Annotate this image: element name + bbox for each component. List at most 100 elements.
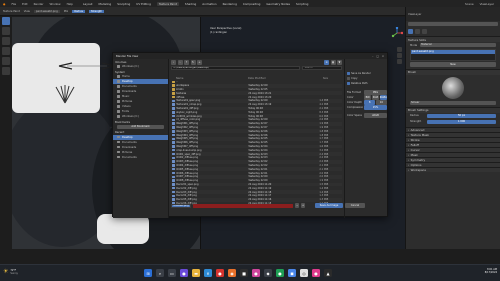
pan-icon[interactable] — [397, 53, 402, 58]
relative-path-option[interactable]: Relative Path — [347, 81, 387, 86]
header-mode[interactable]: Texture Paint — [3, 10, 20, 13]
header-strength[interactable]: Strength — [88, 9, 105, 13]
save-as-image-button[interactable]: Save As Image — [315, 203, 343, 208]
task-view-icon[interactable]: ▭ — [168, 269, 176, 277]
app-pink-icon[interactable]: ● — [252, 269, 260, 277]
filter-icon[interactable]: ▼ — [337, 60, 342, 65]
header-brush-mode[interactable]: Mix — [64, 10, 69, 13]
mask-tool-icon[interactable] — [2, 67, 10, 75]
menu-item[interactable]: Help — [67, 2, 73, 6]
workspace-tab[interactable]: Animation — [202, 2, 216, 6]
color-space-dropdown[interactable]: sRGB — [364, 113, 387, 118]
color-mode-button[interactable]: RGB — [371, 95, 380, 100]
brush-header[interactable]: Brush — [406, 68, 500, 75]
start-icon[interactable]: ⊞ — [144, 269, 152, 277]
workspace-tab[interactable]: Compositing — [243, 2, 261, 6]
compression-slider[interactable]: 15% — [364, 105, 387, 110]
list-view-icon[interactable]: ≡ — [324, 60, 329, 65]
minimize-icon[interactable]: – — [372, 55, 373, 58]
zoom-icon[interactable] — [397, 47, 402, 52]
render-tab-icon[interactable] — [415, 29, 420, 34]
blender-logo-icon[interactable]: ● — [3, 2, 5, 6]
filename-conflict-bar[interactable] — [193, 203, 293, 208]
strength-field[interactable]: 1.000 — [427, 119, 496, 124]
workspace-tab[interactable]: Texture Paint — [156, 1, 179, 6]
workspace-tab[interactable]: Modeling — [98, 2, 111, 6]
texture-slot-list[interactable]: pant.sweat2.png — [410, 49, 496, 61]
brush-name-field[interactable]: Smear — [410, 100, 496, 105]
menu-item[interactable]: Edit — [22, 2, 27, 6]
smear-tool-icon[interactable] — [2, 37, 10, 45]
color-depth-button[interactable]: 16 — [375, 100, 387, 105]
header-view[interactable]: View — [24, 10, 30, 13]
workspace-tab[interactable]: Sculpting — [117, 2, 130, 6]
bookmarks-section-header[interactable]: Bookmarks — [113, 119, 168, 124]
maximize-icon[interactable]: □ — [376, 55, 378, 58]
checkbox-icon[interactable] — [347, 77, 350, 80]
checkbox-icon[interactable] — [347, 82, 350, 85]
decrement-icon[interactable]: − — [295, 203, 299, 208]
weather-widget[interactable]: ☀ 72°F Sunny — [3, 268, 18, 275]
brush-preview-icon[interactable] — [442, 76, 464, 99]
tool-tab-icon[interactable] — [408, 29, 413, 34]
parent-directory-icon[interactable]: ↑ — [184, 60, 189, 65]
workspace-tab[interactable]: Shading — [185, 2, 196, 6]
new-image-button[interactable]: New — [410, 62, 496, 67]
menu-item[interactable]: File — [11, 2, 16, 6]
filename-input[interactable]: untitled.png — [171, 203, 191, 208]
close-icon[interactable]: × — [382, 55, 384, 58]
workspace-tab[interactable]: Scripting — [296, 2, 308, 6]
search-input[interactable]: Search — [302, 65, 342, 70]
fill-tool-icon[interactable] — [2, 57, 10, 65]
increment-icon[interactable]: + — [301, 203, 305, 208]
app-green-icon[interactable]: ● — [276, 269, 284, 277]
sidebar-location[interactable]: Documents — [113, 155, 168, 160]
workspace-tab[interactable]: Geometry Nodes — [266, 2, 290, 6]
directory-path-input[interactable]: C:\Users\rantingan\Desktop\ — [171, 65, 300, 70]
forward-icon[interactable]: › — [177, 60, 183, 65]
app-white-icon[interactable]: ◎ — [300, 269, 308, 277]
header-radius[interactable]: Radius — [72, 9, 85, 13]
draw-tool-icon[interactable] — [2, 17, 10, 25]
file-format-dropdown[interactable]: PNG — [364, 90, 387, 95]
properties-search-field[interactable] — [408, 22, 498, 26]
search-icon[interactable]: ⌕ — [156, 269, 164, 277]
color-mode-button[interactable]: BW — [364, 95, 372, 100]
app-black-icon[interactable]: ▲ — [324, 269, 332, 277]
checkbox-icon[interactable] — [347, 72, 350, 75]
clone-tool-icon[interactable] — [2, 47, 10, 55]
app-magenta-icon[interactable]: ● — [312, 269, 320, 277]
color-depth-button[interactable]: 8 — [364, 100, 376, 105]
workspace-tab[interactable]: Rendering — [223, 2, 237, 6]
chat-icon[interactable]: ● — [180, 269, 188, 277]
color-mode-button[interactable]: RGBA — [379, 95, 387, 100]
mode-dropdown[interactable]: Material — [420, 43, 496, 47]
app-blue-icon[interactable]: ◼ — [288, 269, 296, 277]
app-dark-icon[interactable]: ■ — [240, 269, 248, 277]
clock[interactable]: 8:01 AM 8/17/2024 — [485, 268, 497, 274]
workspace-tab[interactable]: Layout — [83, 2, 93, 6]
collapsed-panel-header[interactable]: › Workspace — [406, 166, 500, 172]
header-image-name[interactable]: pant.sweat2.png — [33, 9, 60, 13]
workspace-tab[interactable]: UV Editing — [136, 2, 151, 6]
edge-icon[interactable]: e — [204, 269, 212, 277]
camera-icon[interactable] — [397, 59, 402, 64]
texture-slot-item[interactable]: pant.sweat2.png — [411, 50, 495, 54]
add-bookmark-button[interactable]: Add Bookmark — [117, 124, 164, 129]
back-icon[interactable]: ‹ — [171, 60, 176, 65]
app-gray-icon[interactable]: ◆ — [264, 269, 272, 277]
radius-field[interactable]: 50 px — [427, 113, 496, 118]
cancel-button[interactable]: Cancel — [345, 203, 365, 208]
menu-item[interactable]: Window — [50, 2, 61, 6]
new-folder-icon[interactable]: + — [197, 60, 202, 65]
refresh-icon[interactable]: ↻ — [190, 60, 196, 65]
output-tab-icon[interactable] — [422, 29, 427, 34]
app-red-icon[interactable]: ● — [216, 269, 224, 277]
navigation-gizmo[interactable] — [391, 26, 404, 39]
scene-selector[interactable]: Scene ViewLayer — [465, 2, 500, 6]
soften-tool-icon[interactable] — [2, 27, 10, 35]
thumbnail-view-icon[interactable]: ▦ — [330, 60, 336, 65]
file-explorer-icon[interactable]: ▬ — [192, 269, 200, 277]
blender-taskbar-icon[interactable]: ◉ — [228, 269, 236, 277]
menu-item[interactable]: Render — [34, 2, 44, 6]
